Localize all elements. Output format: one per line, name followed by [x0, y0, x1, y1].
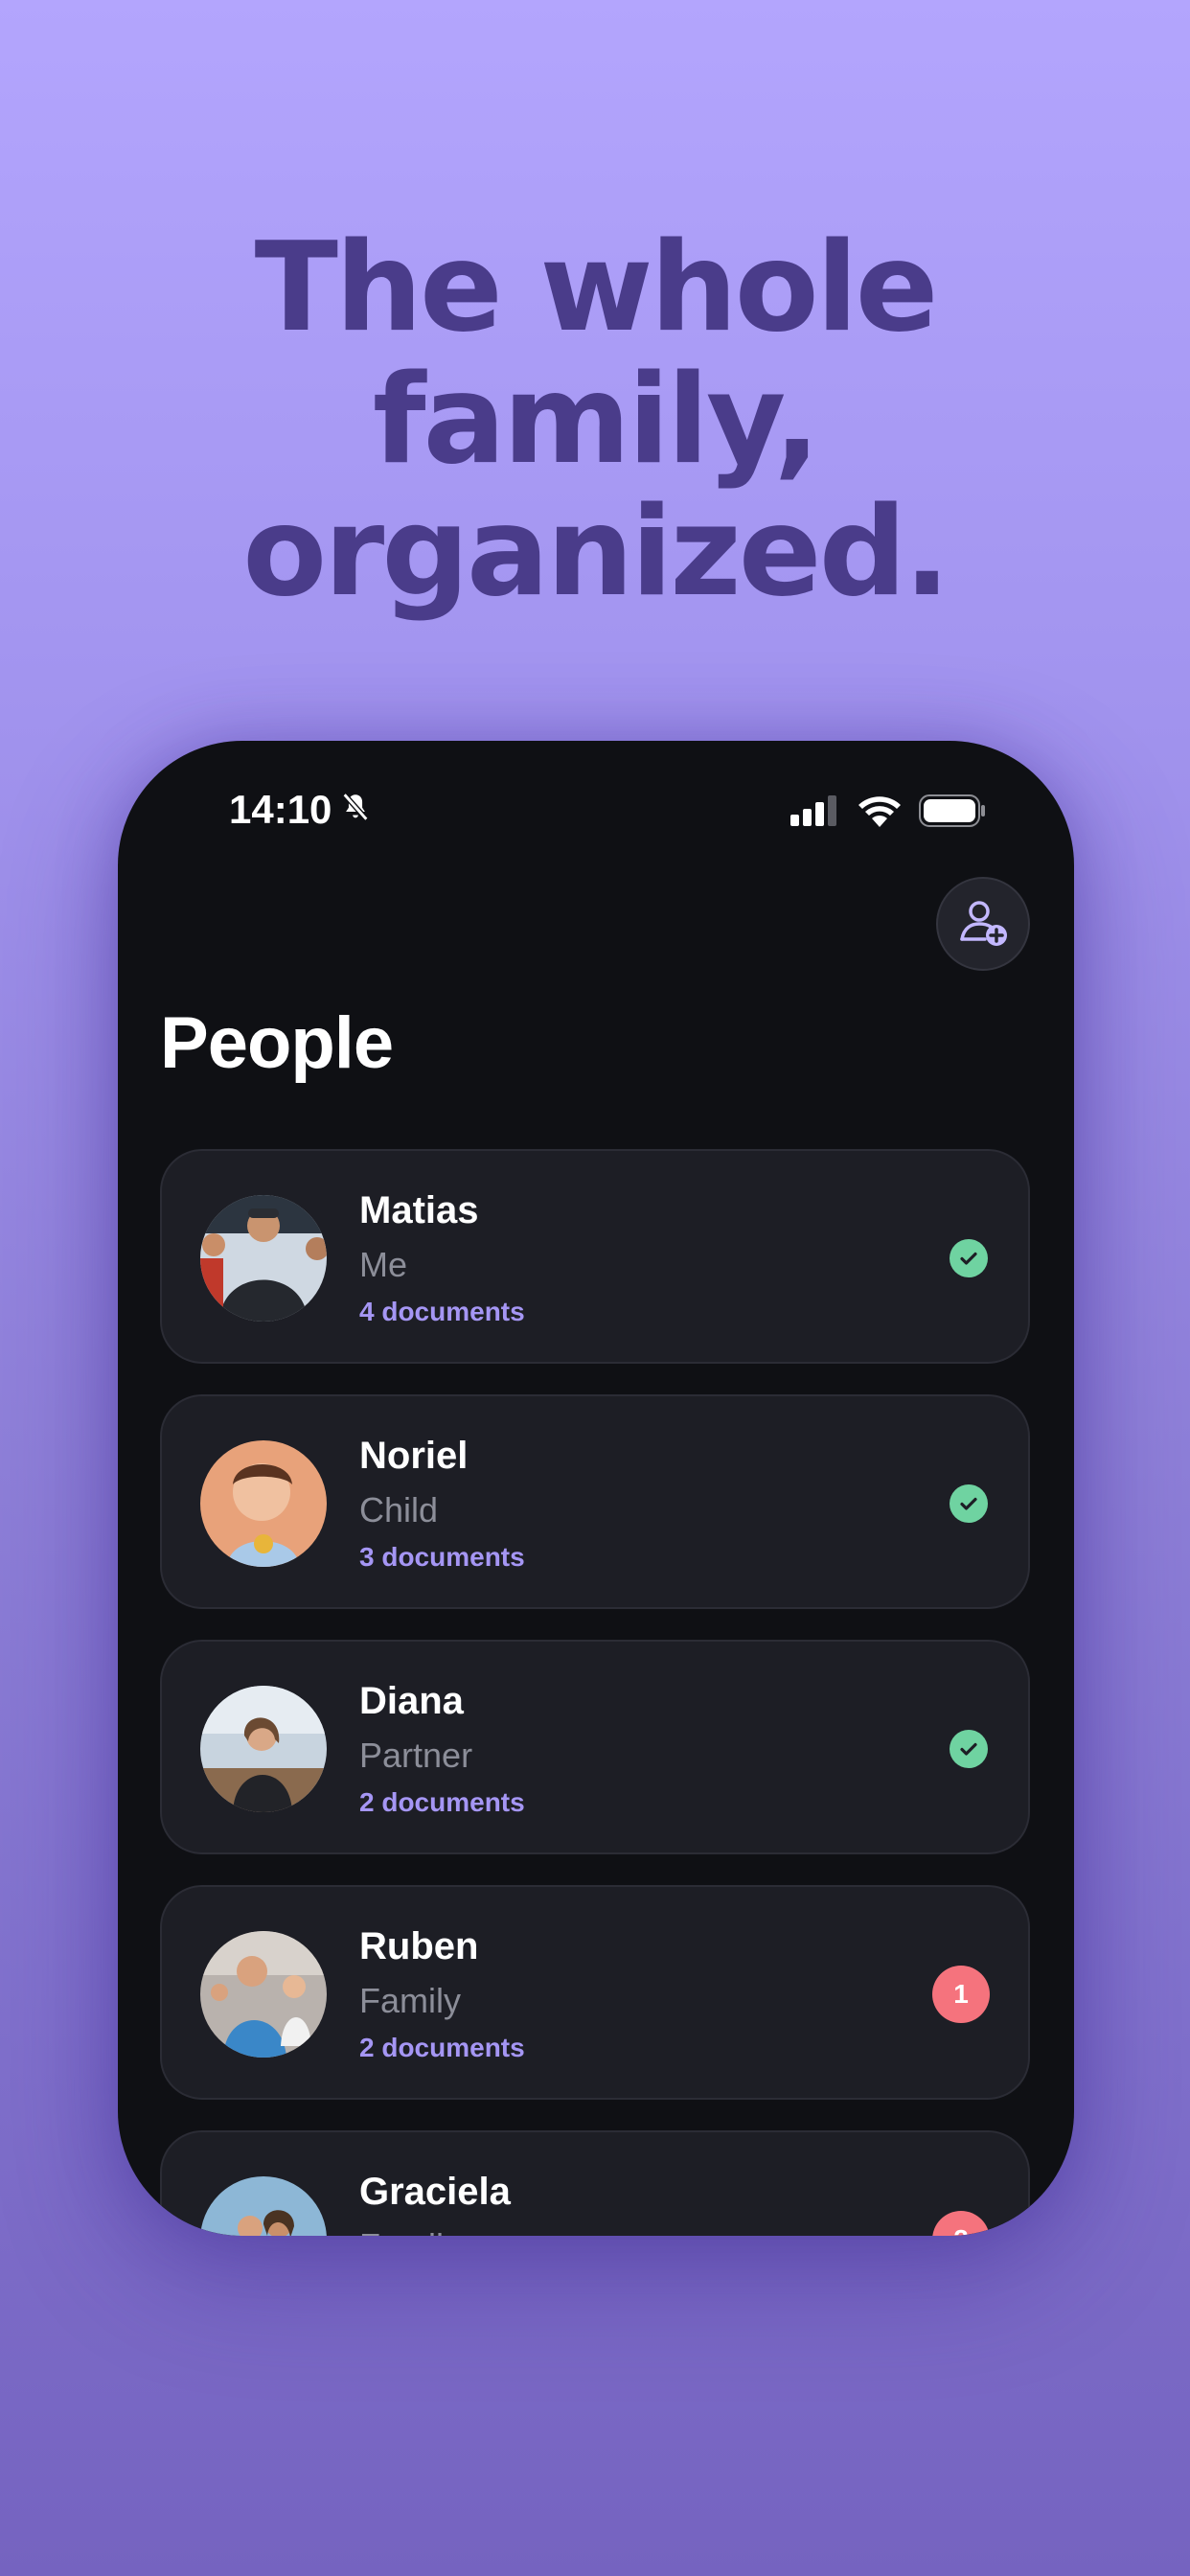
- person-add-icon: [956, 895, 1010, 954]
- person-card-noriel[interactable]: Noriel Child 3 documents: [160, 1394, 1030, 1609]
- person-card-ruben[interactable]: Ruben Family 2 documents 1: [160, 1885, 1030, 2100]
- headline-line-3: organized.: [242, 481, 950, 624]
- people-list: Matias Me 4 documents Noriel Child 3 doc…: [160, 1149, 1030, 2236]
- person-card-matias[interactable]: Matias Me 4 documents: [160, 1149, 1030, 1364]
- headline: The whole family, organized.: [0, 222, 1190, 619]
- check-circle-icon: [950, 1239, 988, 1277]
- status-time-text: 14:10: [229, 787, 332, 832]
- status-bar: 14:10: [118, 787, 1074, 844]
- alert-count-badge: 2: [932, 2211, 990, 2236]
- check-circle-icon: [950, 1730, 988, 1768]
- person-card-diana[interactable]: Diana Partner 2 documents: [160, 1640, 1030, 1854]
- wifi-icon: [858, 794, 902, 832]
- person-role: Me: [359, 1245, 408, 1284]
- alert-count-badge: 1: [932, 1966, 990, 2023]
- person-role: Family: [359, 2226, 461, 2236]
- person-card-graciela[interactable]: Graciela Family 2: [160, 2130, 1030, 2236]
- status-icons: [790, 794, 986, 832]
- person-documents-count: 4 documents: [359, 1297, 525, 1326]
- headline-line-2: family,: [372, 349, 820, 492]
- person-documents-count: 2 documents: [359, 2033, 525, 2062]
- person-name: Ruben: [359, 1925, 479, 1967]
- avatar: [200, 1686, 327, 1812]
- person-documents-count: 2 documents: [359, 1787, 525, 1817]
- check-circle-icon: [950, 1484, 988, 1523]
- person-name: Matias: [359, 1189, 479, 1231]
- person-documents-count: 3 documents: [359, 1542, 525, 1572]
- headline-line-1: The whole: [254, 217, 939, 359]
- add-person-button[interactable]: [936, 877, 1030, 971]
- person-name: Graciela: [359, 2171, 511, 2213]
- phone-frame: 14:10 People Matias Me 4 documents Norie…: [118, 741, 1074, 2236]
- battery-icon: [919, 794, 986, 832]
- avatar: [200, 1440, 327, 1567]
- person-role: Partner: [359, 1736, 473, 1775]
- person-name: Diana: [359, 1680, 464, 1722]
- cellular-signal-icon: [790, 795, 840, 831]
- bell-slash-icon: [339, 787, 372, 833]
- person-role: Child: [359, 1490, 439, 1530]
- page-title: People: [160, 1002, 394, 1084]
- person-role: Family: [359, 1981, 461, 2020]
- status-time: 14:10: [229, 787, 372, 833]
- avatar: [200, 1931, 327, 2058]
- avatar: [200, 1195, 327, 1322]
- person-name: Noriel: [359, 1435, 469, 1477]
- avatar: [200, 2176, 327, 2236]
